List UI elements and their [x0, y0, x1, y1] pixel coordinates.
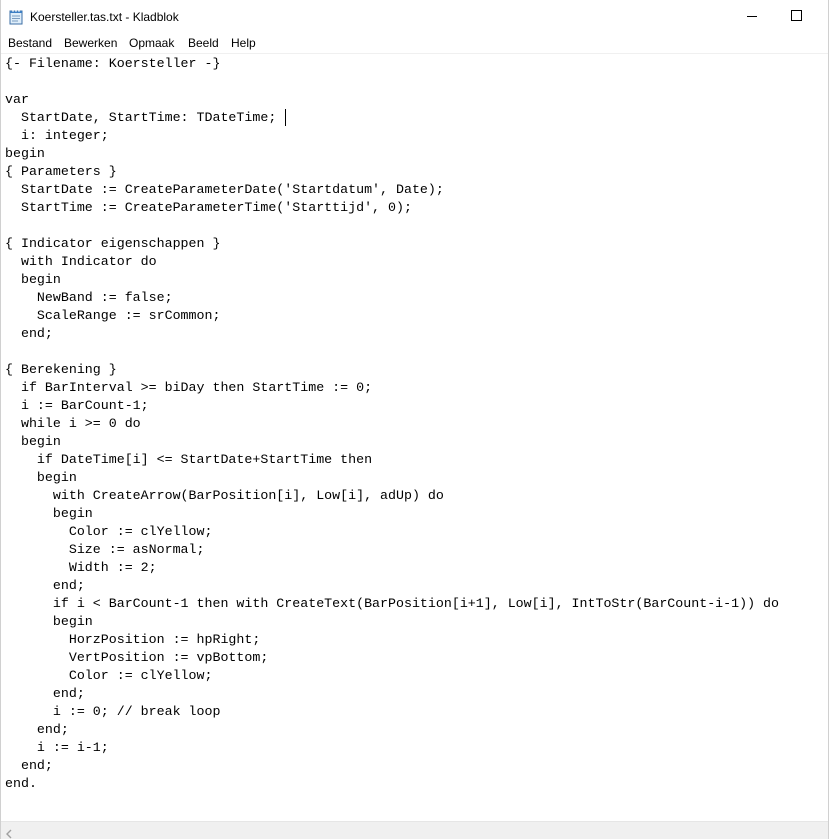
menu-opmaak[interactable]: Opmaak: [129, 36, 174, 50]
text-caret: [285, 109, 286, 126]
minimize-icon: [747, 8, 757, 26]
maximize-button[interactable]: [773, 0, 819, 34]
notepad-icon[interactable]: [9, 9, 23, 25]
horizontal-scrollbar[interactable]: [1, 821, 828, 839]
title-bar[interactable]: Koersteller.tas.txt - Kladblok: [1, 0, 828, 34]
minimize-button[interactable]: [729, 0, 775, 34]
maximize-icon: [790, 8, 802, 26]
menu-bestand[interactable]: Bestand: [8, 36, 52, 50]
editor-content[interactable]: {- Filename: Koersteller -} var StartDat…: [5, 55, 779, 793]
menu-bar: Bestand Bewerken Opmaak Beeld Help: [1, 34, 828, 54]
menu-bewerken[interactable]: Bewerken: [64, 36, 117, 50]
scroll-left-arrow-icon[interactable]: [5, 826, 13, 839]
menu-beeld[interactable]: Beeld: [188, 36, 219, 50]
menu-help[interactable]: Help: [231, 36, 256, 50]
notepad-window: Koersteller.tas.txt - Kladblok Bestand B…: [0, 0, 829, 839]
window-title: Koersteller.tas.txt - Kladblok: [30, 10, 179, 24]
text-editor[interactable]: {- Filename: Koersteller -} var StartDat…: [1, 54, 828, 821]
